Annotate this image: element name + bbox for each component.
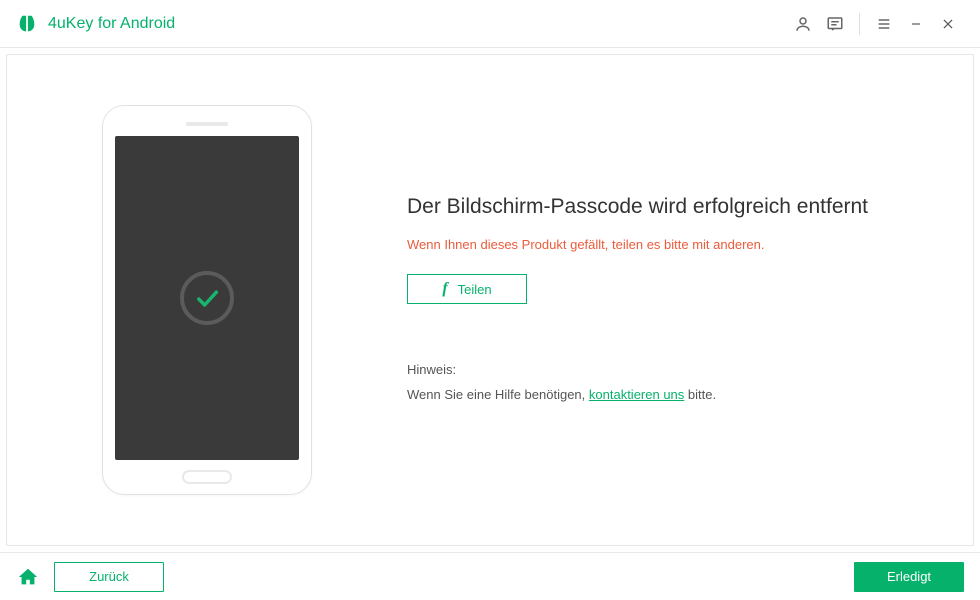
illustration-column	[7, 55, 407, 545]
titlebar-divider	[859, 13, 860, 35]
menu-icon[interactable]	[868, 0, 900, 48]
app-title: 4uKey for Android	[48, 15, 175, 33]
done-button[interactable]: Erledigt	[854, 562, 964, 592]
footer-bar: Zurück Erledigt	[0, 552, 980, 600]
account-icon[interactable]	[787, 0, 819, 48]
note-prefix: Wenn Sie eine Hilfe benötigen,	[407, 387, 589, 402]
back-button[interactable]: Zurück	[54, 562, 164, 592]
phone-home-button	[182, 470, 232, 484]
title-bar: 4uKey for Android	[0, 0, 980, 48]
message-column: Der Bildschirm-Passcode wird erfolgreich…	[407, 55, 973, 545]
share-button[interactable]: f Teilen	[407, 274, 527, 304]
minimize-button[interactable]	[900, 0, 932, 48]
facebook-icon: f	[442, 280, 447, 298]
main-panel: Der Bildschirm-Passcode wird erfolgreich…	[6, 54, 974, 546]
phone-speaker	[186, 122, 228, 126]
app-logo	[16, 13, 38, 35]
feedback-icon[interactable]	[819, 0, 851, 48]
done-button-label: Erledigt	[887, 569, 931, 584]
note-label: Hinweis:	[407, 362, 933, 377]
close-button[interactable]	[932, 0, 964, 48]
contact-us-link[interactable]: kontaktieren uns	[589, 387, 684, 402]
phone-screen	[115, 136, 299, 460]
success-headline: Der Bildschirm-Passcode wird erfolgreich…	[407, 195, 933, 219]
phone-illustration	[102, 105, 312, 495]
share-button-label: Teilen	[458, 282, 492, 297]
success-check-icon	[180, 271, 234, 325]
back-button-label: Zurück	[89, 569, 129, 584]
share-prompt: Wenn Ihnen dieses Produkt gefällt, teile…	[407, 237, 933, 252]
home-icon[interactable]	[16, 565, 40, 589]
note-text: Wenn Sie eine Hilfe benötigen, kontaktie…	[407, 387, 933, 402]
note-suffix: bitte.	[684, 387, 716, 402]
